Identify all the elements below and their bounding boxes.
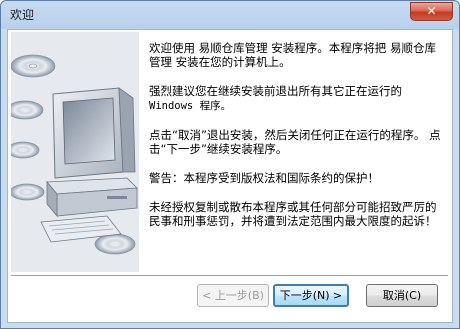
cancel-button[interactable]: 取消(C): [366, 284, 438, 307]
recommend-line-2: Windows 程序。: [149, 100, 232, 112]
close-icon: ✕: [426, 4, 437, 18]
back-button[interactable]: < 上一步(B): [197, 284, 269, 307]
intro-paragraph: 欢迎使用 易顺仓库管理 安装程序。本程序将把 易顺仓库管理 安装在您的计算机上。: [149, 41, 436, 69]
computer-cd-illustration: [6, 32, 139, 272]
close-button[interactable]: ✕: [410, 2, 453, 21]
computer-cd-illustration-icon: [6, 54, 138, 255]
warning-paragraph: 警告：本程序受到版权法和国际条约的保护！: [149, 171, 379, 185]
recommend-line-1: 强烈建议您在继续安装前退出所有其它正在运行的: [149, 84, 402, 98]
legal-paragraph: 未经授权复制或散布本程序或其任何部分可能招致严厉的民事和刑事惩罚，并将遭到法定范…: [149, 200, 437, 228]
dialog-body: 欢迎使用 易顺仓库管理 安装程序。本程序将把 易顺仓库管理 安装在您的计算机上。…: [6, 29, 453, 323]
title-bar[interactable]: 欢迎 ✕: [1, 1, 459, 27]
recommend-paragraph: 强烈建议您在继续安装前退出所有其它正在运行的 Windows 程序。: [149, 84, 447, 113]
next-button[interactable]: 下一步(N) >: [273, 284, 349, 307]
welcome-message: 欢迎使用 易顺仓库管理 安装程序。本程序将把 易顺仓库管理 安装在您的计算机上。…: [149, 41, 447, 243]
divider: [11, 275, 448, 277]
installer-window: 欢迎 ✕ 欢迎使用 易顺仓库管理 安装程序。本程序将把 易顺仓库管理 安装在您的…: [0, 0, 460, 329]
window-title: 欢迎: [10, 8, 35, 22]
instructions-paragraph: 点击“取消”退出安装，然后关闭任何正在运行的程序。 点击“下一步”继续安装程序。: [149, 128, 441, 156]
